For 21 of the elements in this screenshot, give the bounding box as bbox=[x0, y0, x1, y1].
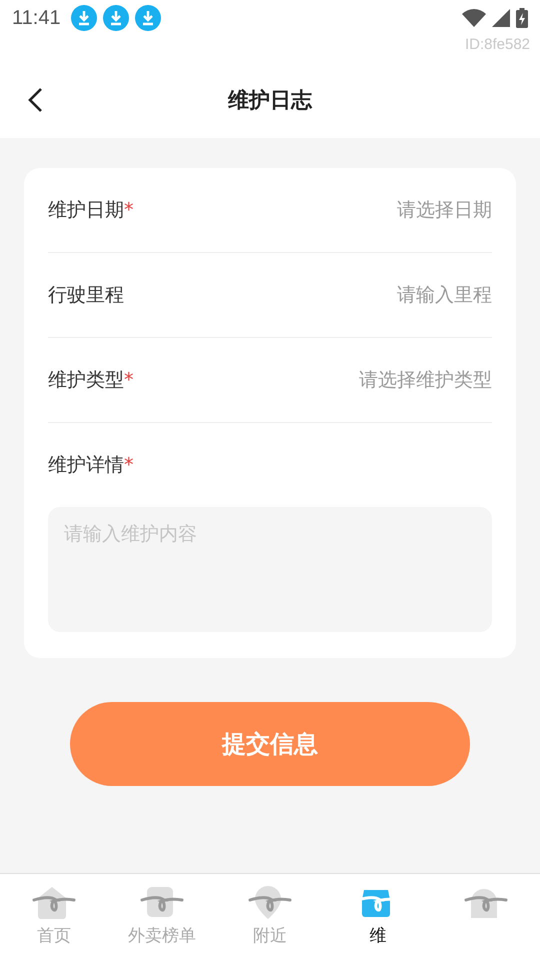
back-icon bbox=[27, 87, 43, 113]
wifi-icon bbox=[462, 9, 486, 27]
page-title: 维护日志 bbox=[228, 87, 312, 114]
status-time: 11:41 bbox=[12, 6, 61, 30]
input-field[interactable]: 请输入里程 bbox=[397, 282, 492, 308]
download-icon bbox=[70, 5, 97, 31]
field-label: 行驶里程 bbox=[48, 283, 124, 308]
field-label: 维护详情* bbox=[48, 453, 134, 478]
submit-button[interactable]: 提交信息 bbox=[70, 702, 470, 786]
select-field[interactable]: 请选择维护类型 bbox=[359, 367, 492, 393]
download-icon bbox=[134, 5, 161, 31]
field-label: 维护日期* bbox=[48, 198, 134, 223]
nav-tab[interactable]: 首页 bbox=[0, 874, 108, 960]
battery-icon bbox=[516, 8, 528, 28]
select-field[interactable]: 请选择日期 bbox=[397, 197, 492, 223]
signal-icon bbox=[492, 9, 510, 27]
download-icon bbox=[102, 5, 129, 31]
field-label: 维护类型* bbox=[48, 368, 134, 393]
nav-tab[interactable]: 外卖榜单 bbox=[108, 874, 216, 960]
nav-tab[interactable]: 维 bbox=[324, 874, 432, 960]
nav-tab[interactable]: 附近 bbox=[216, 874, 324, 960]
